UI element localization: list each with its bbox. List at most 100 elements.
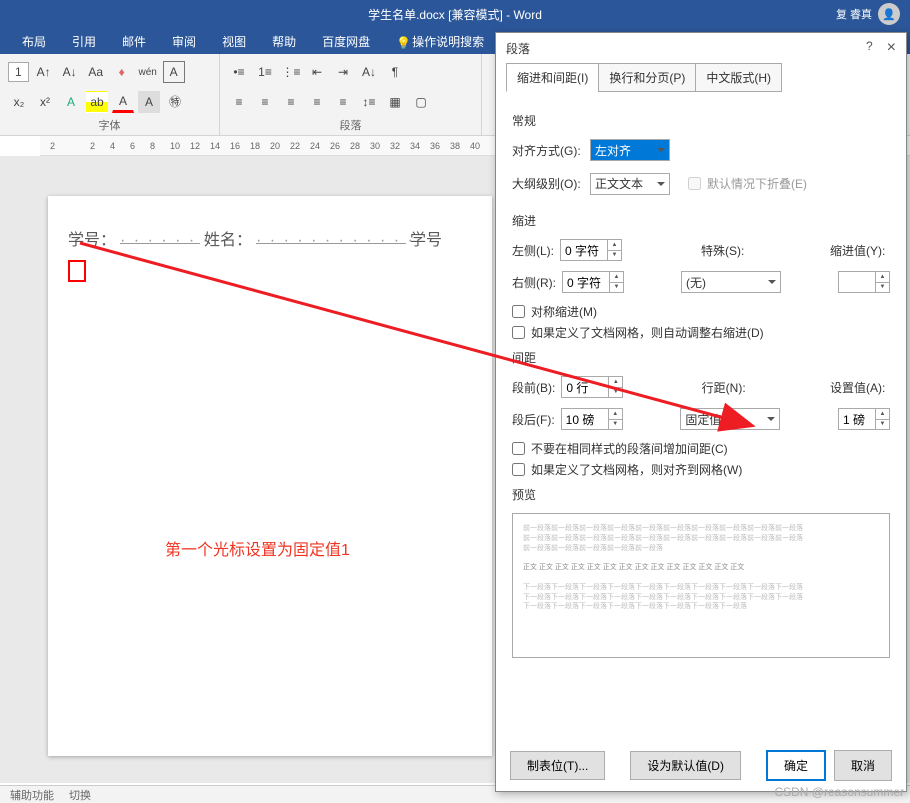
phonetic-icon[interactable]: wén: [137, 61, 159, 83]
alignment-select[interactable]: 左对齐: [590, 139, 670, 161]
grid-align-label: 如果定义了文档网格，则对齐到网格(W): [531, 461, 742, 478]
default-button[interactable]: 设为默认值(D): [630, 751, 741, 780]
outline-label: 大纲级别(O):: [512, 175, 582, 192]
accessibility-label[interactable]: 辅助功能: [10, 787, 54, 803]
paragraph-group: •≡ 1≡ ⋮≡ ⇤ ⇥ A↓ ¶ ≡ ≡ ≡ ≡ ≡ ↕≡ ▦ ▢ 段落: [220, 54, 482, 135]
paragraph-dialog: 段落 ? × 缩进和间距(I) 换行和分页(P) 中文版式(H) 常规 对齐方式…: [495, 32, 907, 792]
tabs-button[interactable]: 制表位(T)...: [510, 751, 605, 780]
ok-button[interactable]: 确定: [766, 750, 826, 781]
special-label: 特殊(S):: [701, 242, 751, 259]
indent-value-spinbox[interactable]: ▲▼: [838, 271, 890, 293]
bulb-icon: 💡: [396, 36, 408, 48]
chevron-down-icon: ▼: [608, 251, 621, 261]
cancel-button[interactable]: 取消: [834, 750, 892, 781]
outline-select[interactable]: 正文文本: [590, 173, 670, 195]
alignment-label: 对齐方式(G):: [512, 142, 582, 159]
underline-1: · · · · · · ·: [120, 232, 200, 244]
left-indent-label: 左侧(L):: [512, 242, 554, 259]
close-icon[interactable]: ×: [887, 39, 896, 57]
tab-references[interactable]: 引用: [60, 29, 108, 54]
before-label: 段前(B):: [512, 379, 555, 396]
increase-indent-icon[interactable]: ⇥: [332, 61, 354, 83]
tab-indent-spacing[interactable]: 缩进和间距(I): [506, 63, 599, 92]
dialog-title-bar[interactable]: 段落 ? ×: [496, 33, 906, 63]
help-icon[interactable]: ?: [866, 39, 873, 57]
annotation-text: 第一个光标设置为固定值1: [165, 536, 350, 560]
right-indent-spinbox[interactable]: ▲▼: [562, 271, 624, 293]
left-indent-spinbox[interactable]: ▲▼: [560, 239, 622, 261]
char-shading-icon[interactable]: A: [138, 91, 160, 113]
section-spacing: 间距: [512, 349, 890, 366]
numbering-icon[interactable]: 1≡: [254, 61, 276, 83]
no-space-checkbox[interactable]: [512, 442, 525, 455]
section-indent: 缩进: [512, 212, 890, 229]
set-value-label: 设置值(A):: [830, 379, 890, 396]
superscript-icon[interactable]: x²: [34, 91, 56, 113]
font-group-label: 字体: [8, 117, 211, 133]
font-color-icon[interactable]: A: [112, 91, 134, 113]
tab-help[interactable]: 帮助: [260, 29, 308, 54]
collapse-checkbox: [688, 177, 701, 190]
decrease-font-icon[interactable]: A↓: [59, 61, 81, 83]
switch-label[interactable]: 切换: [69, 787, 91, 803]
label-name: 姓名：: [204, 226, 252, 250]
tell-me[interactable]: 💡 操作说明搜索: [384, 29, 496, 54]
dialog-tabs: 缩进和间距(I) 换行和分页(P) 中文版式(H): [496, 63, 906, 92]
shading-icon[interactable]: ▦: [384, 91, 406, 113]
after-label: 段后(F):: [512, 411, 555, 428]
sort-icon[interactable]: A↓: [358, 61, 380, 83]
enclose-char-icon[interactable]: ㊕: [164, 91, 186, 113]
underline-2: · · · · · · · · · · · ·: [256, 232, 406, 244]
special-select[interactable]: (无): [681, 271, 781, 293]
change-case-icon[interactable]: Aa: [85, 61, 107, 83]
borders-icon[interactable]: ▢: [410, 91, 432, 113]
increase-font-icon[interactable]: A↑: [33, 61, 55, 83]
chevron-up-icon: ▲: [608, 240, 621, 251]
multilevel-icon[interactable]: ⋮≡: [280, 61, 302, 83]
tab-mailings[interactable]: 邮件: [110, 29, 158, 54]
justify-icon[interactable]: ≡: [306, 91, 328, 113]
paper[interactable]: 学号： · · · · · · · 姓名： · · · · · · · · · …: [48, 196, 492, 756]
tab-line-page-breaks[interactable]: 换行和分页(P): [598, 63, 696, 92]
line-spacing-label: 行距(N):: [702, 379, 752, 396]
dialog-buttons: 制表位(T)... 设为默认值(D) 确定 取消: [510, 750, 892, 781]
show-marks-icon[interactable]: ¶: [384, 61, 406, 83]
decrease-indent-icon[interactable]: ⇤: [306, 61, 328, 83]
align-right-icon[interactable]: ≡: [280, 91, 302, 113]
align-left-icon[interactable]: ≡: [228, 91, 250, 113]
indent-value-label: 缩进值(Y):: [830, 242, 890, 259]
line-spacing-icon[interactable]: ↕≡: [358, 91, 380, 113]
tab-baidu[interactable]: 百度网盘: [310, 29, 382, 54]
preview-box: 前一段落前一段落前一段落前一段落前一段落前一段落前一段落前一段落前一段落前一段落…: [512, 513, 890, 658]
grid-indent-checkbox[interactable]: [512, 326, 525, 339]
tab-layout[interactable]: 布局: [10, 29, 58, 54]
before-spinbox[interactable]: ▲▼: [561, 376, 623, 398]
clear-format-icon[interactable]: ♦: [111, 61, 133, 83]
paragraph-group-label: 段落: [228, 117, 473, 133]
line-spacing-select[interactable]: 固定值: [680, 408, 780, 430]
user-name: 复 睿真: [836, 6, 872, 22]
text-effects-icon[interactable]: A: [60, 91, 82, 113]
document-title: 学生名单.docx [兼容模式] - Word: [368, 6, 542, 23]
highlight-icon[interactable]: ab: [86, 91, 108, 113]
label-student-id-2: 学号: [410, 226, 442, 250]
mirror-indent-checkbox[interactable]: [512, 305, 525, 318]
subscript-icon[interactable]: x₂: [8, 91, 30, 113]
distribute-icon[interactable]: ≡: [332, 91, 354, 113]
mirror-indent-label: 对称缩进(M): [531, 303, 597, 320]
section-preview: 预览: [512, 486, 890, 503]
document-line[interactable]: 学号： · · · · · · · 姓名： · · · · · · · · · …: [68, 226, 472, 250]
tab-view[interactable]: 视图: [210, 29, 258, 54]
dialog-title: 段落: [506, 40, 530, 57]
align-center-icon[interactable]: ≡: [254, 91, 276, 113]
font-size-input[interactable]: 1: [8, 62, 29, 82]
char-border-icon[interactable]: A: [163, 61, 185, 83]
set-value-spinbox[interactable]: ▲▼: [838, 408, 890, 430]
grid-align-checkbox[interactable]: [512, 463, 525, 476]
bullets-icon[interactable]: •≡: [228, 61, 250, 83]
tab-review[interactable]: 审阅: [160, 29, 208, 54]
tab-asian-typography[interactable]: 中文版式(H): [695, 63, 782, 92]
avatar[interactable]: 👤: [878, 3, 900, 25]
cursor-marker: [68, 260, 86, 282]
after-spinbox[interactable]: ▲▼: [561, 408, 623, 430]
